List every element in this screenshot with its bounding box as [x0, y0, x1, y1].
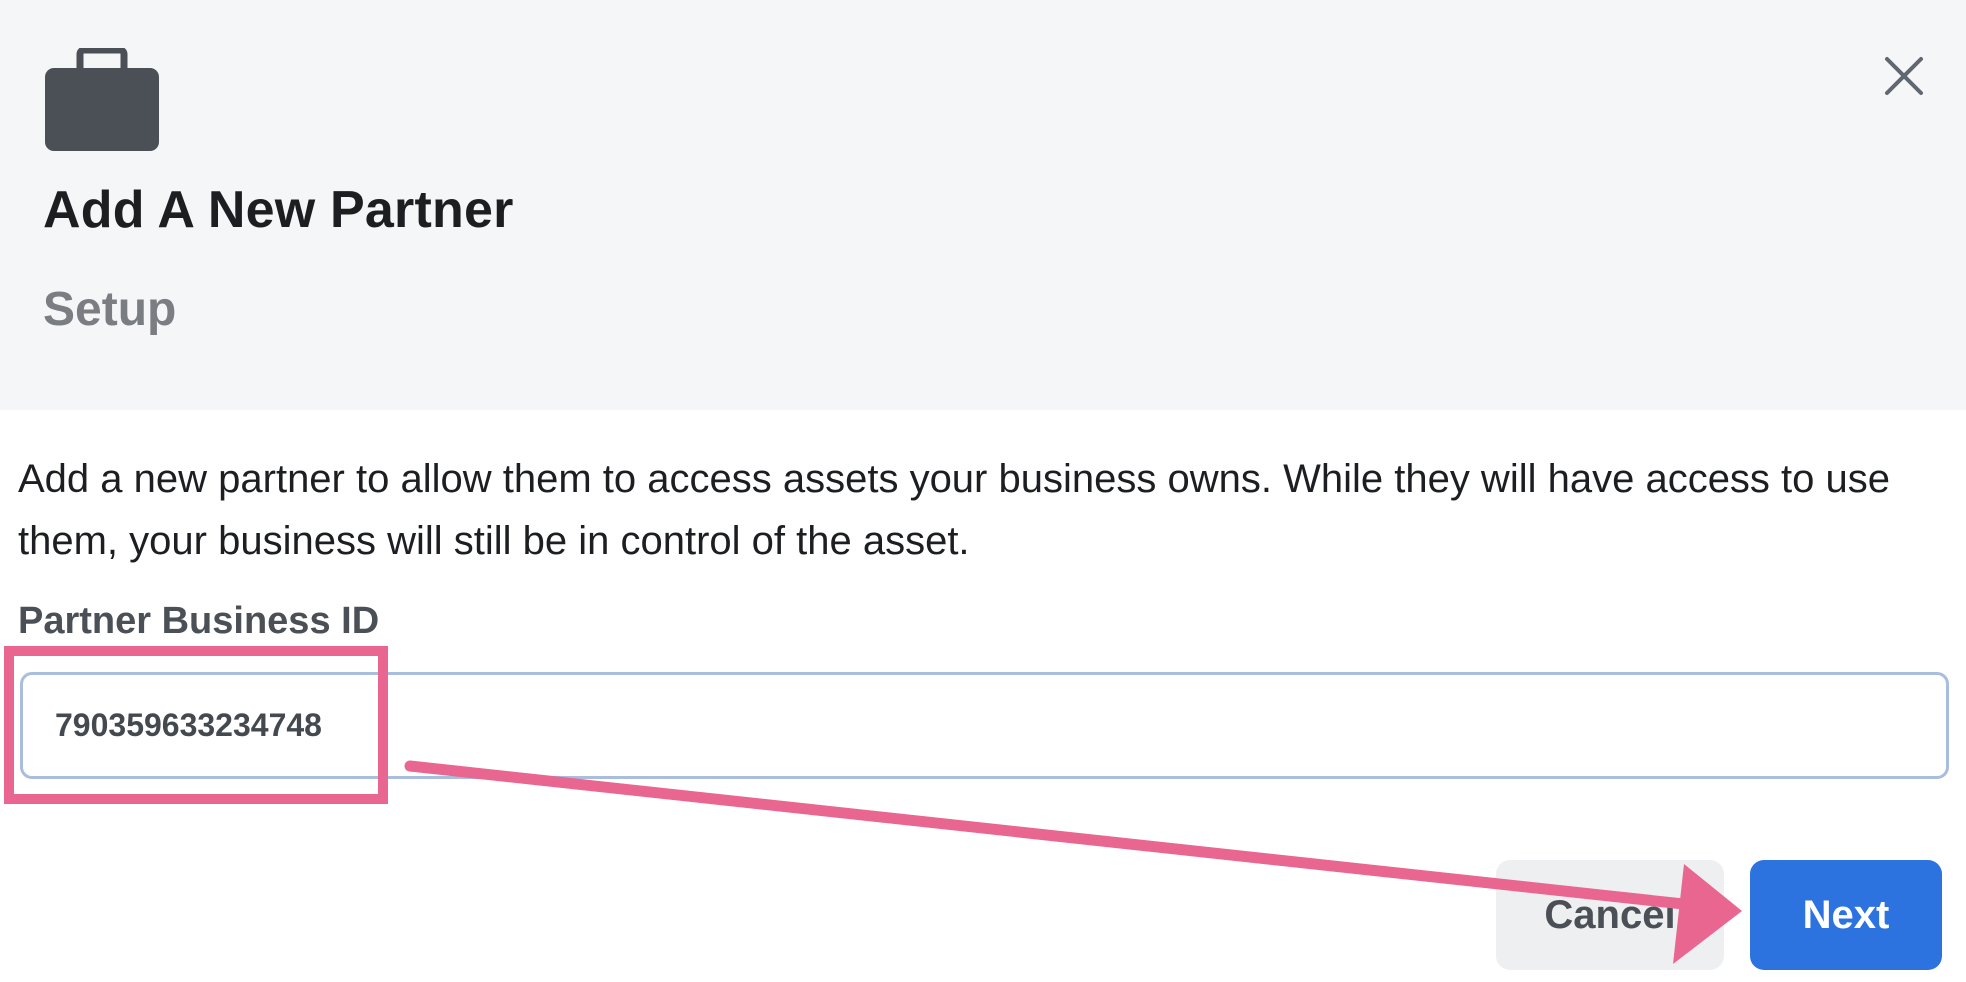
close-button[interactable] [1876, 48, 1932, 104]
briefcase-icon [43, 46, 161, 153]
partner-business-id-label: Partner Business ID [18, 600, 380, 642]
cancel-button[interactable]: Cancel [1496, 860, 1724, 970]
next-button[interactable]: Next [1750, 860, 1942, 970]
dialog-header: Add A New Partner Setup [0, 0, 1966, 410]
partner-business-id-input[interactable] [20, 672, 1949, 779]
dialog-subtitle: Setup [43, 283, 177, 336]
dialog-title: Add A New Partner [43, 181, 514, 239]
dialog-description: Add a new partner to allow them to acces… [18, 457, 1891, 563]
close-icon [1885, 57, 1923, 95]
